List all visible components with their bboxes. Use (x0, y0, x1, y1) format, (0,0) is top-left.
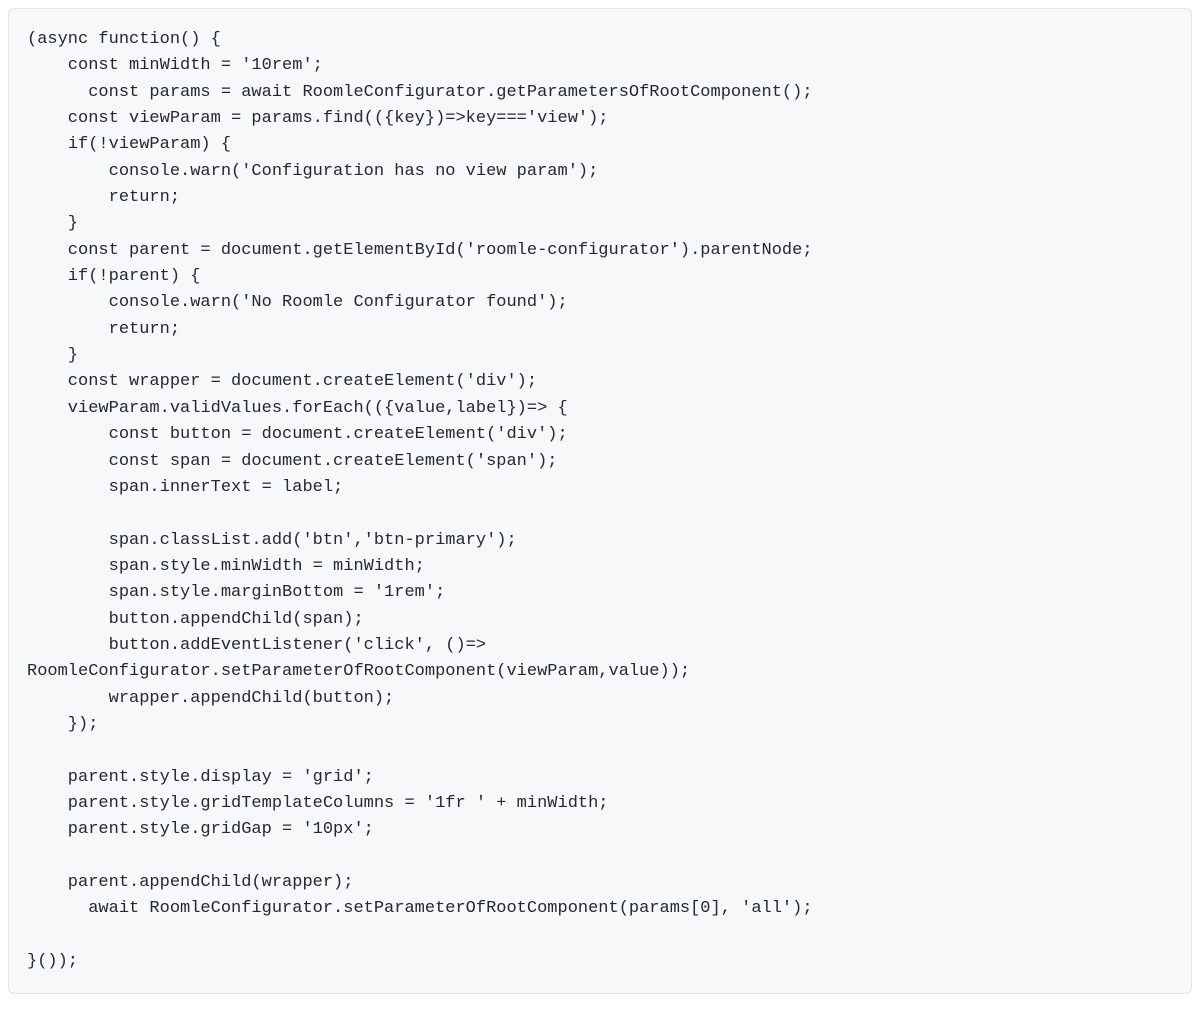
page: (async function() { const minWidth = '10… (0, 0, 1200, 1014)
code-block[interactable]: (async function() { const minWidth = '10… (8, 8, 1192, 994)
